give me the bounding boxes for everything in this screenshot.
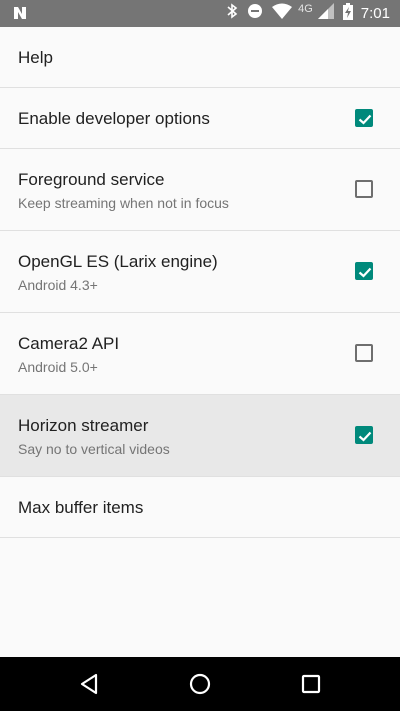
notification-n-icon — [12, 5, 28, 26]
setting-max-buffer-items[interactable]: Max buffer items — [0, 477, 400, 538]
network-type: 4G — [298, 2, 313, 15]
cell-signal-icon — [317, 3, 334, 24]
setting-summary: Keep streaming when not in focus — [18, 195, 229, 211]
bluetooth-icon — [226, 3, 238, 24]
setting-help[interactable]: Help — [0, 27, 400, 88]
settings-list: Help Enable developer options Foreground… — [0, 27, 400, 538]
horizon-streamer-checkbox[interactable] — [355, 426, 373, 444]
battery-charging-icon — [342, 2, 353, 25]
setting-title: Foreground service — [18, 170, 165, 189]
foreground-service-checkbox[interactable] — [355, 180, 373, 198]
setting-horizon-streamer[interactable]: Horizon streamer Say no to vertical vide… — [0, 395, 400, 477]
wifi-icon — [272, 3, 293, 24]
setting-camera2-api[interactable]: Camera2 API Android 5.0+ — [0, 313, 400, 395]
status-bar: 4G 7:01 — [0, 0, 400, 27]
do-not-disturb-icon — [247, 3, 263, 24]
setting-title: Help — [18, 48, 53, 67]
developer-options-checkbox[interactable] — [355, 109, 373, 127]
setting-enable-developer-options[interactable]: Enable developer options — [0, 88, 400, 149]
recents-icon[interactable] — [297, 670, 325, 698]
setting-summary: Android 4.3+ — [18, 277, 98, 293]
setting-title: Camera2 API — [18, 334, 120, 353]
navigation-bar — [0, 657, 400, 711]
back-icon[interactable] — [76, 670, 104, 698]
setting-foreground-service[interactable]: Foreground service Keep streaming when n… — [0, 149, 400, 231]
setting-title: Horizon streamer — [18, 416, 149, 435]
setting-summary: Say no to vertical videos — [18, 441, 170, 457]
setting-summary: Android 5.0+ — [18, 359, 98, 375]
setting-opengl-es[interactable]: OpenGL ES (Larix engine) Android 4.3+ — [0, 231, 400, 313]
opengl-es-checkbox[interactable] — [355, 262, 373, 280]
camera2-api-checkbox[interactable] — [355, 344, 373, 362]
setting-title: Enable developer options — [18, 109, 210, 128]
setting-title: Max buffer items — [18, 498, 144, 517]
clock: 7:01 — [360, 5, 390, 22]
setting-title: OpenGL ES (Larix engine) — [18, 252, 218, 271]
home-icon[interactable] — [186, 670, 214, 698]
